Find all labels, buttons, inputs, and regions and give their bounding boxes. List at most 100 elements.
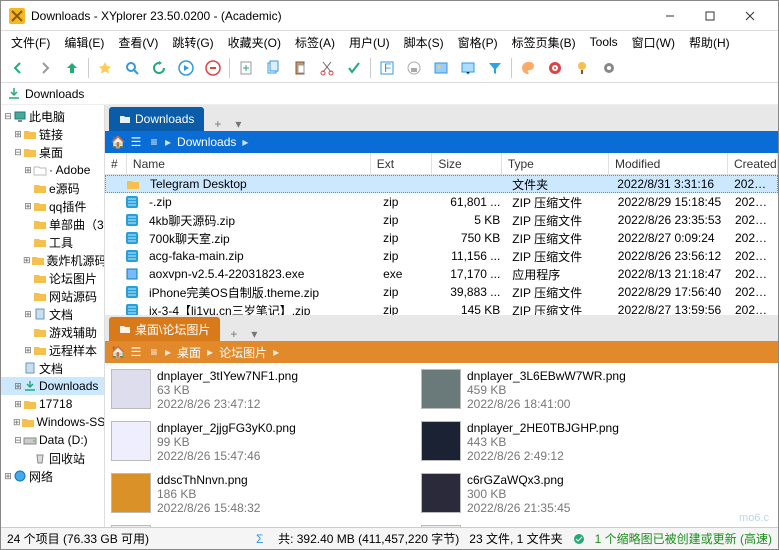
tree-node[interactable]: ⊞网络	[1, 467, 104, 485]
menu-item[interactable]: 帮助(H)	[683, 32, 736, 53]
tree-node[interactable]: 回收站	[1, 449, 104, 467]
slide-button[interactable]	[455, 55, 481, 81]
funnel-button[interactable]	[482, 55, 508, 81]
file-row[interactable]: iPhone完美OS自制版.theme.zipzip39,883 ...ZIP …	[105, 283, 778, 301]
path-list-icon[interactable]: ☰	[127, 135, 145, 149]
image-button[interactable]	[428, 55, 454, 81]
refresh-button[interactable]	[146, 55, 172, 81]
favorites-button[interactable]	[92, 55, 118, 81]
tree-node[interactable]: ⊟此电脑	[1, 107, 104, 125]
copy-button[interactable]	[260, 55, 286, 81]
thumbnail-item[interactable]: dnplayer_2jjgFG3yK0.png99 KB2022/8/26 15…	[109, 419, 419, 471]
tree-node[interactable]: ⊞轰炸机源码	[1, 251, 104, 269]
file-row[interactable]: acg-faka-main.zipzip11,156 ...ZIP 压缩文件20…	[105, 247, 778, 265]
col-type[interactable]: Type	[502, 153, 609, 174]
col-created[interactable]: Created	[728, 153, 778, 174]
thumbnail-item[interactable]: dnplayer_2HE0TBJGHP.png443 KB2022/8/26 2…	[419, 419, 729, 471]
paint-button[interactable]	[515, 55, 541, 81]
menu-item[interactable]: 脚本(S)	[398, 32, 450, 53]
menu-item[interactable]: 查看(V)	[112, 32, 164, 53]
breadcrumb-text[interactable]: Downloads	[25, 87, 84, 101]
back-button[interactable]	[5, 55, 31, 81]
col-num[interactable]: #	[105, 153, 127, 174]
cut-button[interactable]	[314, 55, 340, 81]
menu-item[interactable]: 标签(A)	[289, 32, 341, 53]
target-button[interactable]	[542, 55, 568, 81]
thumbnail-item[interactable]: dnplayer_3L6EBwW7WR.png459 KB2022/8/26 1…	[419, 367, 729, 419]
folder-tree[interactable]: ⊟此电脑⊞链接⊟桌面⊞· Adobee源码⊞qq插件单部曲（3工具⊞轰炸机源码论…	[1, 105, 105, 527]
new-button[interactable]	[233, 55, 259, 81]
tree-node[interactable]: 单部曲（3	[1, 215, 104, 233]
gear-button[interactable]	[596, 55, 622, 81]
tree-node[interactable]: ⊞Downloads	[1, 377, 104, 395]
thumbnail-item[interactable]: dnplayer_3tIYew7NF1.png63 KB2022/8/26 23…	[109, 367, 419, 419]
minimize-button[interactable]	[650, 2, 690, 30]
tree-node[interactable]: ⊞qq插件	[1, 197, 104, 215]
file-row[interactable]: 4kb聊天源码.zipzip5 KBZIP 压缩文件2022/8/26 23:3…	[105, 211, 778, 229]
pathbar-top[interactable]: 🏠 ☰ ≡ ▸ Downloads ▸	[105, 131, 778, 153]
find-button[interactable]	[119, 55, 145, 81]
tree-node[interactable]: 论坛图片	[1, 269, 104, 287]
tree-node[interactable]: ⊟桌面	[1, 143, 104, 161]
tab-menu-button[interactable]: ▾	[247, 327, 261, 341]
menu-item[interactable]: 收藏夹(O)	[222, 32, 287, 53]
menu-item[interactable]: 用户(U)	[343, 32, 396, 53]
tree-node[interactable]: 游戏辅助	[1, 323, 104, 341]
path-menu-icon[interactable]: ≡	[145, 135, 163, 149]
tree-node[interactable]: ⊞Windows-SS	[1, 413, 104, 431]
tree-node[interactable]: ⊟Data (D:)	[1, 431, 104, 449]
close-button[interactable]	[730, 2, 770, 30]
thumbnail-grid[interactable]: dnplayer_3tIYew7NF1.png63 KB2022/8/26 23…	[105, 363, 778, 527]
tab-menu-button[interactable]: ▾	[231, 117, 245, 131]
file-list-top[interactable]: Telegram Desktop文件夹2022/8/31 3:31:162022…	[105, 175, 778, 315]
paste-button[interactable]	[287, 55, 313, 81]
menu-item[interactable]: 窗口(W)	[626, 32, 681, 53]
maximize-button[interactable]	[690, 2, 730, 30]
file-row[interactable]: aoxvpn-v2.5.4-22031823.exeexe17,170 ...应…	[105, 265, 778, 283]
col-name[interactable]: Name	[127, 153, 371, 174]
tree-node[interactable]: ⊞远程样本	[1, 341, 104, 359]
pathbar-bottom[interactable]: 🏠 ☰ ≡ ▸ 桌面 ▸ 论坛图片 ▸	[105, 341, 778, 363]
thumbnail-item[interactable]: ddscThNnvn.png186 KB2022/8/26 15:48:32	[109, 471, 419, 523]
play-button[interactable]	[173, 55, 199, 81]
tree-node[interactable]: ⊞· Adobe	[1, 161, 104, 179]
menu-item[interactable]: 跳转(G)	[166, 32, 219, 53]
path-list-icon[interactable]: ☰	[127, 345, 145, 359]
path-segment[interactable]: Downloads	[173, 135, 240, 149]
tree-node[interactable]: ⊞17718	[1, 395, 104, 413]
col-size[interactable]: Size	[432, 153, 501, 174]
filter-button[interactable]: F	[374, 55, 400, 81]
tree-node[interactable]: 文档	[1, 359, 104, 377]
up-button[interactable]	[59, 55, 85, 81]
thumbnail-item[interactable]: c6rGZaWQx3.png300 KB2022/8/26 21:35:45	[419, 471, 729, 523]
check-button[interactable]	[341, 55, 367, 81]
file-row[interactable]: 700k聊天室.zipzip750 KBZIP 压缩文件2022/8/27 0:…	[105, 229, 778, 247]
path-segment[interactable]: 论坛图片	[215, 344, 271, 361]
file-row[interactable]: -.zipzip61,801 ...ZIP 压缩文件2022/8/29 15:1…	[105, 193, 778, 211]
pin-button[interactable]	[569, 55, 595, 81]
stop-button[interactable]	[200, 55, 226, 81]
forward-button[interactable]	[32, 55, 58, 81]
path-home-icon[interactable]: 🏠	[109, 135, 127, 149]
tree-node[interactable]: 网站源码	[1, 287, 104, 305]
menu-item[interactable]: 窗格(P)	[452, 32, 504, 53]
file-row[interactable]: Telegram Desktop文件夹2022/8/31 3:31:162022…	[105, 175, 778, 193]
tab-downloads[interactable]: Downloads	[109, 107, 204, 131]
menu-item[interactable]: Tools	[584, 33, 624, 51]
tree-node[interactable]: e源码	[1, 179, 104, 197]
file-row[interactable]: jx-3-4【li1yu.cn三岁笔记】.zipzip145 KBZIP 压缩文…	[105, 301, 778, 315]
path-segment[interactable]: 桌面	[173, 344, 205, 361]
menu-item[interactable]: 标签页集(B)	[506, 32, 582, 53]
menu-item[interactable]: 文件(F)	[5, 32, 56, 53]
tab-add-button[interactable]: +	[226, 327, 241, 341]
tab-forum-images[interactable]: 桌面\论坛图片	[109, 317, 220, 341]
path-home-icon[interactable]: 🏠	[109, 345, 127, 359]
tree-node[interactable]: ⊞文档	[1, 305, 104, 323]
col-modified[interactable]: Modified	[609, 153, 728, 174]
col-ext[interactable]: Ext	[371, 153, 433, 174]
path-menu-icon[interactable]: ≡	[145, 345, 163, 359]
tree-node[interactable]: ⊞链接	[1, 125, 104, 143]
tab-add-button[interactable]: +	[210, 117, 225, 131]
menu-item[interactable]: 编辑(E)	[58, 32, 110, 53]
tree-node[interactable]: 工具	[1, 233, 104, 251]
